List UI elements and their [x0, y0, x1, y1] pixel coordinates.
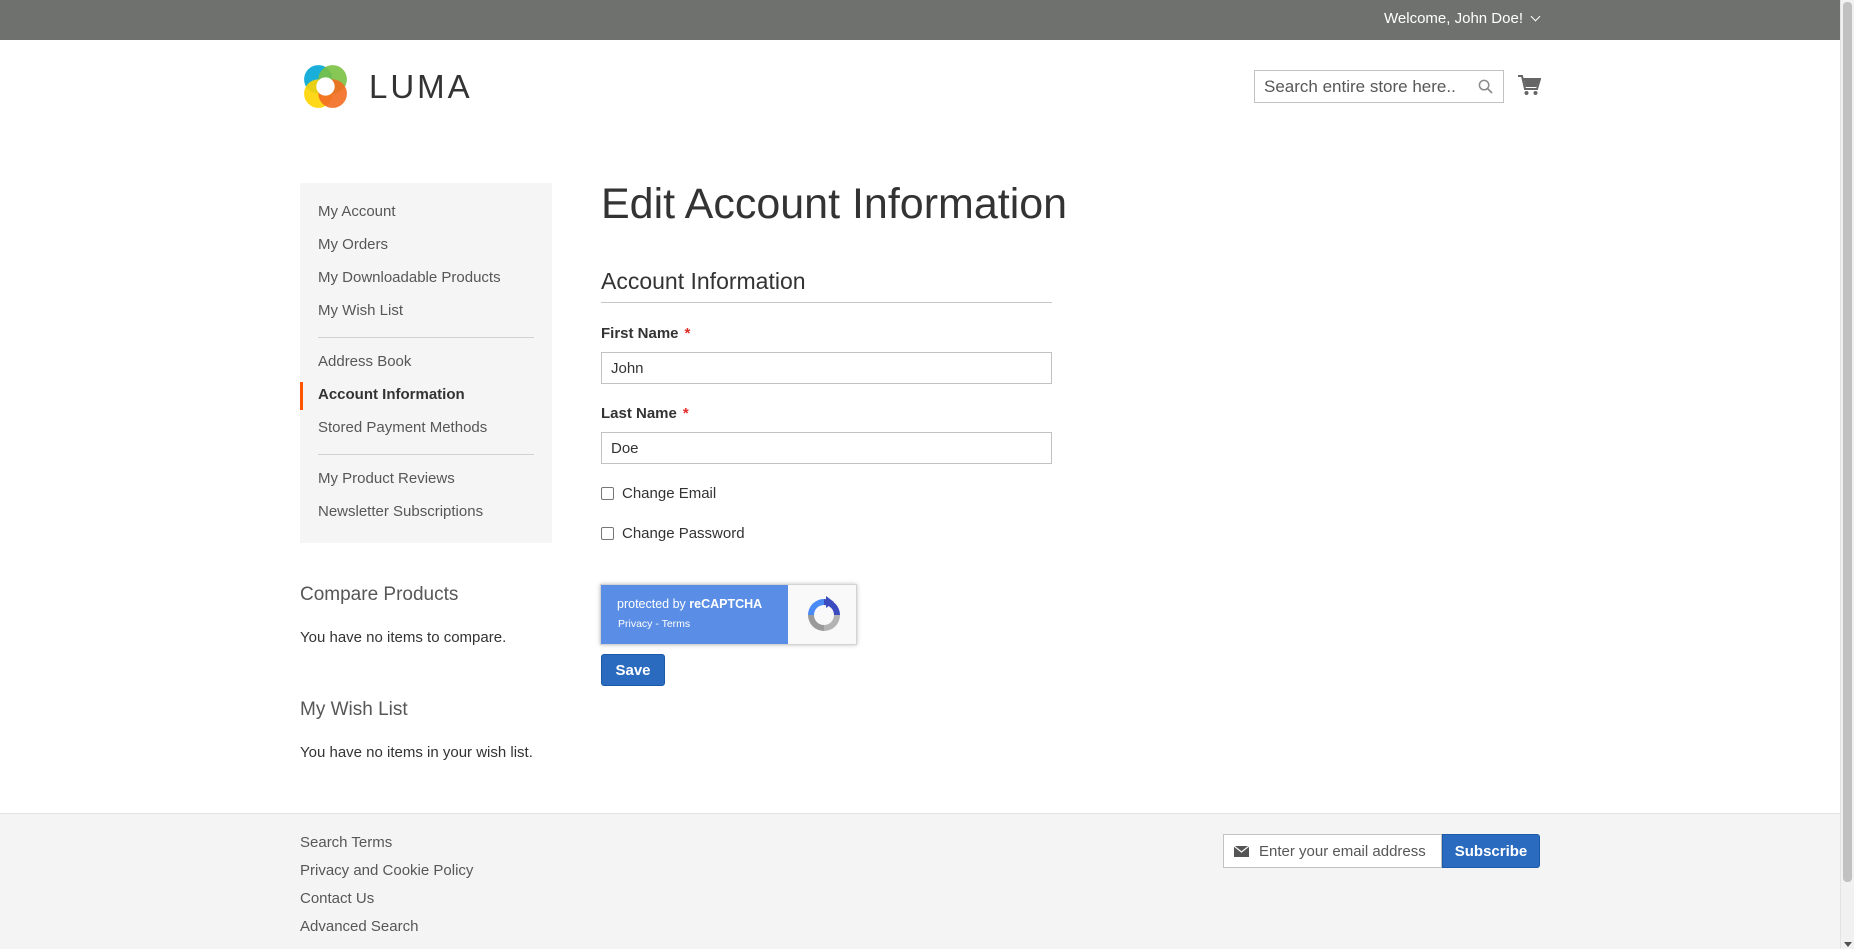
- nav-divider: [318, 454, 534, 455]
- newsletter-email-input[interactable]: [1259, 835, 1439, 867]
- last-name-input[interactable]: [602, 433, 1051, 463]
- first-name-label-text: First Name: [601, 325, 679, 342]
- first-name-label: First Name *: [601, 325, 690, 342]
- required-marker: *: [684, 325, 691, 342]
- customer-menu-toggle[interactable]: Welcome, John Doe!: [1384, 10, 1541, 27]
- required-marker: *: [682, 405, 689, 422]
- scrollbar-thumb[interactable]: [1843, 2, 1852, 882]
- chevron-down-icon: [1530, 11, 1541, 22]
- page-title: Edit Account Information: [601, 180, 1068, 228]
- wishlist-title: My Wish List: [300, 699, 408, 720]
- scroll-down-arrow-icon[interactable]: [1844, 942, 1852, 947]
- search-input[interactable]: [1255, 71, 1455, 102]
- nav-my-orders[interactable]: My Orders: [318, 236, 388, 253]
- recaptcha-brand: reCAPTCHA: [689, 597, 763, 611]
- nav-my-account[interactable]: My Account: [318, 203, 396, 220]
- footer-link-search-terms[interactable]: Search Terms: [300, 834, 392, 851]
- change-email-label[interactable]: Change Email: [622, 485, 716, 502]
- recaptcha-prefix: protected by: [617, 597, 690, 611]
- nav-stored-payment-methods[interactable]: Stored Payment Methods: [318, 419, 487, 436]
- compare-title: Compare Products: [300, 584, 459, 605]
- envelope-icon: [1234, 846, 1249, 857]
- footer: Search Terms Privacy and Cookie Policy C…: [0, 813, 1840, 949]
- footer-link-advanced-search[interactable]: Advanced Search: [300, 918, 418, 935]
- recaptcha-text: protected by reCAPTCHA: [617, 597, 762, 611]
- footer-link-contact-us[interactable]: Contact Us: [300, 890, 374, 907]
- change-password-label[interactable]: Change Password: [622, 525, 745, 542]
- section-divider: [601, 302, 1052, 303]
- welcome-text: Welcome, John Doe!: [1384, 10, 1523, 27]
- cart-icon[interactable]: [1517, 74, 1541, 96]
- search-box: [1254, 70, 1504, 103]
- nav-downloadable-products[interactable]: My Downloadable Products: [318, 269, 501, 286]
- top-panel: Welcome, John Doe!: [0, 0, 1840, 40]
- first-name-field: [601, 352, 1052, 384]
- nav-wish-list[interactable]: My Wish List: [318, 302, 403, 319]
- recaptcha-logo-icon: [808, 596, 840, 631]
- footer-link-privacy-policy[interactable]: Privacy and Cookie Policy: [300, 862, 473, 879]
- section-title: Account Information: [601, 268, 806, 294]
- recaptcha-links[interactable]: Privacy - Terms: [618, 618, 690, 630]
- nav-account-information[interactable]: Account Information: [318, 386, 465, 403]
- recaptcha-panel: protected by reCAPTCHA Privacy - Terms: [601, 585, 788, 644]
- save-button[interactable]: Save: [601, 654, 665, 686]
- last-name-label: Last Name *: [601, 405, 689, 422]
- search-icon[interactable]: [1478, 79, 1493, 94]
- change-email-row: Change Email: [601, 485, 716, 502]
- change-password-row: Change Password: [601, 525, 745, 542]
- recaptcha-badge: protected by reCAPTCHA Privacy - Terms: [600, 584, 857, 645]
- vertical-scrollbar[interactable]: [1840, 0, 1854, 949]
- nav-divider: [318, 337, 534, 338]
- compare-empty-text: You have no items to compare.: [300, 629, 507, 646]
- luma-logo-icon: [304, 65, 347, 108]
- first-name-input[interactable]: [602, 353, 1051, 383]
- nav-active-indicator: [300, 382, 303, 410]
- newsletter-field: [1223, 834, 1442, 868]
- last-name-label-text: Last Name: [601, 405, 677, 422]
- store-logo[interactable]: LUMA: [300, 61, 473, 112]
- change-email-checkbox[interactable]: [601, 487, 614, 500]
- change-password-checkbox[interactable]: [601, 527, 614, 540]
- nav-newsletter-subscriptions[interactable]: Newsletter Subscriptions: [318, 503, 483, 520]
- nav-product-reviews[interactable]: My Product Reviews: [318, 470, 455, 487]
- last-name-field: [601, 432, 1052, 464]
- account-nav: My Account My Orders My Downloadable Pro…: [300, 183, 552, 543]
- logo-wordmark: LUMA: [369, 67, 473, 105]
- subscribe-button[interactable]: Subscribe: [1442, 834, 1540, 868]
- wishlist-empty-text: You have no items in your wish list.: [300, 744, 533, 761]
- nav-address-book[interactable]: Address Book: [318, 353, 411, 370]
